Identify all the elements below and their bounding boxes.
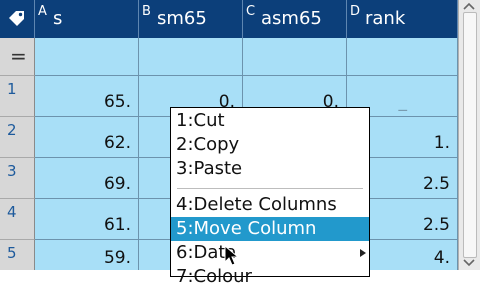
menu-item-cut[interactable]: 1:Cut [171, 109, 369, 133]
menu-item-move-column[interactable]: 5:Move Column [171, 217, 369, 241]
cell-value: 2.5 [422, 215, 450, 235]
formula-cell-a[interactable] [35, 38, 139, 76]
menu-item-colour[interactable]: 7:Colour [171, 265, 369, 289]
scroll-down-icon[interactable] [462, 259, 476, 267]
table-cell[interactable]: 65. [35, 76, 139, 117]
column-header-c[interactable]: C asm65 [243, 0, 347, 38]
cell-value: 65. [103, 92, 131, 112]
cell-value: 59. [103, 248, 131, 268]
menu-item-paste[interactable]: 3:Paste [171, 157, 369, 181]
column-name: sm65 [157, 8, 207, 29]
table-cell[interactable]: 69. [35, 158, 139, 199]
column-header-b[interactable]: B sm65 [139, 0, 243, 38]
cell-value: _ [398, 92, 408, 112]
menu-separator [177, 188, 363, 189]
formula-cell-b[interactable] [139, 38, 243, 76]
row-number: 4 [7, 203, 17, 221]
vertical-scrollbar[interactable] [458, 0, 480, 270]
equals-label: = [10, 44, 27, 68]
cell-value: 69. [103, 174, 131, 194]
cursor-icon [224, 245, 240, 266]
column-letter: C [246, 4, 256, 19]
column-letter: D [350, 4, 361, 19]
submenu-arrow-icon [360, 249, 366, 257]
table-cell[interactable]: 62. [35, 117, 139, 158]
tag-icon [9, 11, 24, 26]
column-header-d[interactable]: D rank [347, 0, 458, 38]
row-header[interactable]: 2 [0, 117, 35, 158]
column-name: asm65 [261, 8, 322, 29]
row-header[interactable]: 4 [0, 199, 35, 240]
row-number: 5 [7, 244, 17, 262]
row-number: 3 [7, 162, 17, 180]
column-name: rank [365, 8, 406, 29]
menu-item-delete-columns[interactable]: 4:Delete Columns [171, 193, 369, 217]
cell-value: 4. [433, 248, 450, 268]
row-number: 2 [7, 121, 17, 139]
table-corner[interactable] [0, 0, 35, 38]
context-menu: 1:Cut 2:Copy 3:Paste 4:Delete Columns 5:… [170, 107, 370, 287]
menu-item-data[interactable]: 6:Data [171, 241, 369, 265]
row-header[interactable]: 1 [0, 76, 35, 117]
row-header[interactable]: 3 [0, 158, 35, 199]
column-header-a[interactable]: A s [35, 0, 139, 38]
formula-cell-d[interactable] [347, 38, 458, 76]
table-cell[interactable]: 59. [35, 240, 139, 270]
cell-value: 1. [433, 133, 450, 153]
column-letter: B [142, 4, 151, 19]
row-number: 1 [7, 80, 17, 98]
cell-value: 2.5 [422, 174, 450, 194]
scroll-up-icon[interactable] [462, 2, 476, 10]
row-header[interactable]: 5 [0, 240, 35, 270]
column-letter: A [38, 4, 47, 19]
formula-row-header[interactable]: = [0, 38, 35, 76]
table-cell[interactable]: 61. [35, 199, 139, 240]
scrollbar-thumb[interactable] [463, 12, 477, 258]
cell-value: 62. [103, 133, 131, 153]
menu-item-copy[interactable]: 2:Copy [171, 133, 369, 157]
formula-cell-c[interactable] [243, 38, 347, 76]
cell-value: 61. [103, 215, 131, 235]
column-name: s [53, 8, 63, 29]
